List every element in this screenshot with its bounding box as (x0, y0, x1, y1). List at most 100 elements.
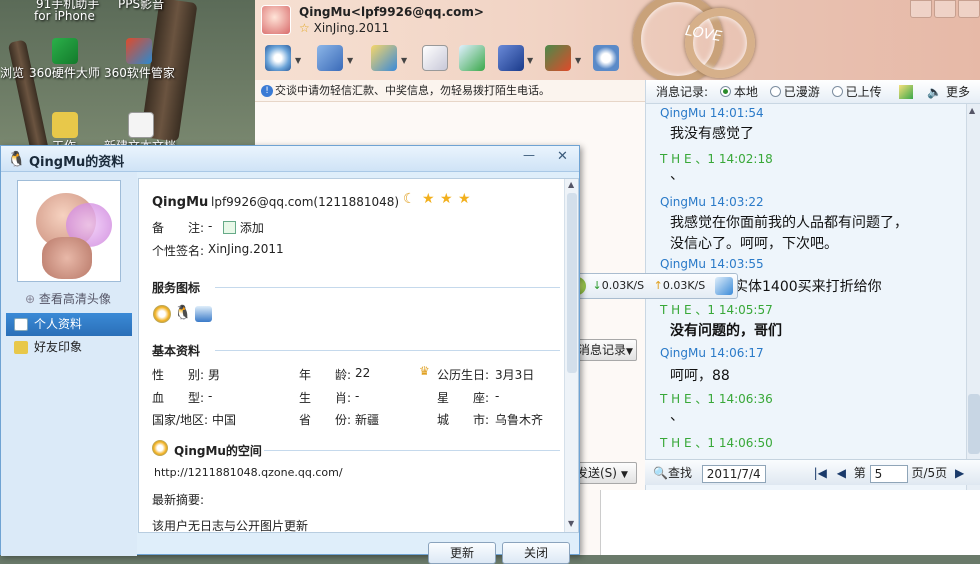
mail-icon[interactable] (422, 45, 448, 71)
desktop-icon-label[interactable]: 360软件管家 (104, 64, 175, 81)
first-page-icon[interactable]: |◀ (814, 466, 827, 480)
chevron-down-icon[interactable]: ▼ (575, 56, 581, 65)
view-hd-avatar-link[interactable]: ⊕ 查看高清头像 (25, 290, 111, 307)
qq-vip-icon[interactable] (153, 305, 171, 323)
message-input-area[interactable] (600, 490, 980, 555)
more-link[interactable]: 更多 (946, 85, 970, 99)
qzone-icon (152, 440, 168, 456)
page-prefix: 第 (853, 466, 866, 480)
divider (215, 287, 560, 288)
summary-label: 最新摘要: (152, 493, 205, 507)
space-title[interactable]: QingMu的空间 (174, 442, 262, 459)
transfer-speed-popup: ↓0.03K/S ↑0.03K/S (563, 273, 738, 299)
qq-penguin-icon[interactable]: 🐧 (174, 305, 191, 321)
message-header: T H E 、1 14:05:57 (660, 303, 773, 317)
add-remark-button[interactable]: 添加 (223, 219, 264, 236)
blood-type-value: - (208, 389, 213, 403)
minimize-button[interactable]: — (523, 148, 535, 162)
radio-roaming-label[interactable]: 已漫游 (784, 85, 820, 99)
video-call-icon[interactable] (265, 45, 291, 71)
message-text: 实体1400买来打折给你 (734, 279, 882, 295)
radio-local[interactable] (719, 86, 731, 97)
close-button[interactable]: ✕ (557, 149, 568, 164)
scroll-down-icon[interactable]: ▼ (568, 519, 574, 528)
desktop-icon-label[interactable]: for iPhone (34, 9, 95, 23)
nav-item-friend-impression[interactable]: 好友印象 (6, 336, 132, 359)
nav-item-personal-info[interactable]: 个人资料 (6, 313, 132, 336)
scroll-thumb[interactable] (567, 193, 577, 373)
search-icon[interactable]: 🔍 (653, 466, 668, 480)
chevron-down-icon[interactable]: ▼ (401, 56, 407, 65)
chevron-down-icon[interactable]: ▼ (295, 56, 301, 65)
desktop-icon-label[interactable]: PPS影音 (118, 0, 164, 12)
close-profile-button[interactable]: 关闭 (502, 542, 570, 564)
message-header: QingMu 14:06:17 (660, 346, 764, 360)
window-controls (908, 0, 980, 20)
gender-value: 男 (208, 368, 221, 382)
nav-label: 好友印象 (34, 340, 83, 354)
settings-icon[interactable] (593, 45, 619, 71)
radio-local-label[interactable]: 本地 (734, 85, 758, 99)
profile-title: QingMu的资料 (29, 155, 125, 170)
desktop-icon-label[interactable]: 浏览 (0, 64, 24, 81)
history-scrollbar[interactable]: ▲ (966, 104, 980, 490)
text-file-icon[interactable] (128, 112, 154, 138)
radio-uploaded[interactable] (831, 86, 843, 97)
account-id: lpf9926@qq.com(1211881048) (211, 195, 400, 209)
search-icon: ⊕ (25, 292, 36, 306)
contact-avatar[interactable] (261, 5, 291, 35)
message-header: T H E 、1 14:06:50 (660, 436, 773, 450)
security-warning-text: 交谈中请勿轻信汇款、中奖信息，勿轻易拨打陌生电话。 (275, 84, 550, 97)
space-url-link[interactable]: http://1211881048.qzone.qq.com/ (154, 466, 343, 479)
download-speed: 0.03K/S (601, 279, 645, 292)
voice-call-icon[interactable] (317, 45, 343, 71)
scroll-thumb[interactable] (968, 394, 980, 454)
send-button[interactable]: 发送(S) ▼ (575, 462, 637, 484)
qq-album-icon[interactable] (195, 306, 212, 322)
software-manager-icon[interactable] (126, 38, 152, 64)
folder-icon[interactable] (52, 112, 78, 138)
radio-roaming[interactable] (769, 86, 781, 97)
speaker-icon[interactable]: 🔈 (927, 80, 942, 103)
summary-text: 该用户无日志与公开图片更新 (152, 519, 309, 533)
profile-scrollbar[interactable]: ▲ ▼ (564, 179, 578, 532)
remote-assist-icon[interactable] (498, 45, 524, 71)
radio-uploaded-label[interactable]: 已上传 (846, 85, 882, 99)
file-transfer-icon[interactable] (371, 45, 397, 71)
app-add-icon[interactable] (459, 45, 485, 71)
page-input[interactable]: 5 (869, 464, 908, 483)
prev-page-icon[interactable]: ◀ (837, 466, 846, 480)
send-label: 发送(S) (576, 466, 617, 480)
chevron-down-icon[interactable]: ▼ (347, 56, 353, 65)
close-button[interactable] (958, 0, 980, 18)
history-source-label: 消息记录: (656, 85, 709, 99)
search-link[interactable]: 查找 (668, 466, 692, 480)
profile-content: QingMu lpf9926@qq.com(1211881048) ☾ ★ ★ … (138, 178, 579, 533)
signature-value: XinJing.2011 (208, 242, 284, 256)
history-record-button[interactable]: 消息记录▼ (575, 339, 637, 361)
date-input[interactable]: 2011/7/4 (701, 464, 766, 483)
upload-speed: 0.03K/S (662, 279, 706, 292)
message-text: 我感觉在你面前我的人品都有问题了， (670, 215, 908, 231)
message-header: QingMu 14:01:54 (660, 106, 764, 120)
desktop-icon-label[interactable]: 360硬件大师 (29, 64, 100, 81)
ie-icon[interactable] (714, 277, 733, 295)
zodiac-label: 生 肖: (299, 391, 352, 405)
page-suffix: 页/5页 (911, 466, 948, 480)
minimize-button[interactable] (910, 0, 932, 18)
maximize-button[interactable] (934, 0, 956, 18)
age-label: 年 龄: (299, 368, 352, 382)
message-text: 没信心了。呵呵，下次吧。 (670, 236, 838, 252)
game-icon[interactable] (545, 45, 571, 71)
avatar[interactable] (17, 180, 121, 282)
refresh-button[interactable]: 更新 (428, 542, 496, 564)
chevron-down-icon[interactable]: ▼ (527, 56, 533, 65)
scroll-up-icon[interactable]: ▲ (969, 106, 979, 118)
scroll-up-icon[interactable]: ▲ (568, 180, 574, 189)
hardware-master-icon[interactable] (52, 38, 78, 64)
edit-icon (223, 221, 236, 234)
next-page-icon[interactable]: ▶ (955, 466, 964, 480)
star-icon: ☆ (299, 21, 310, 35)
nav-label: 个人资料 (34, 317, 83, 331)
export-icon[interactable] (899, 85, 914, 99)
